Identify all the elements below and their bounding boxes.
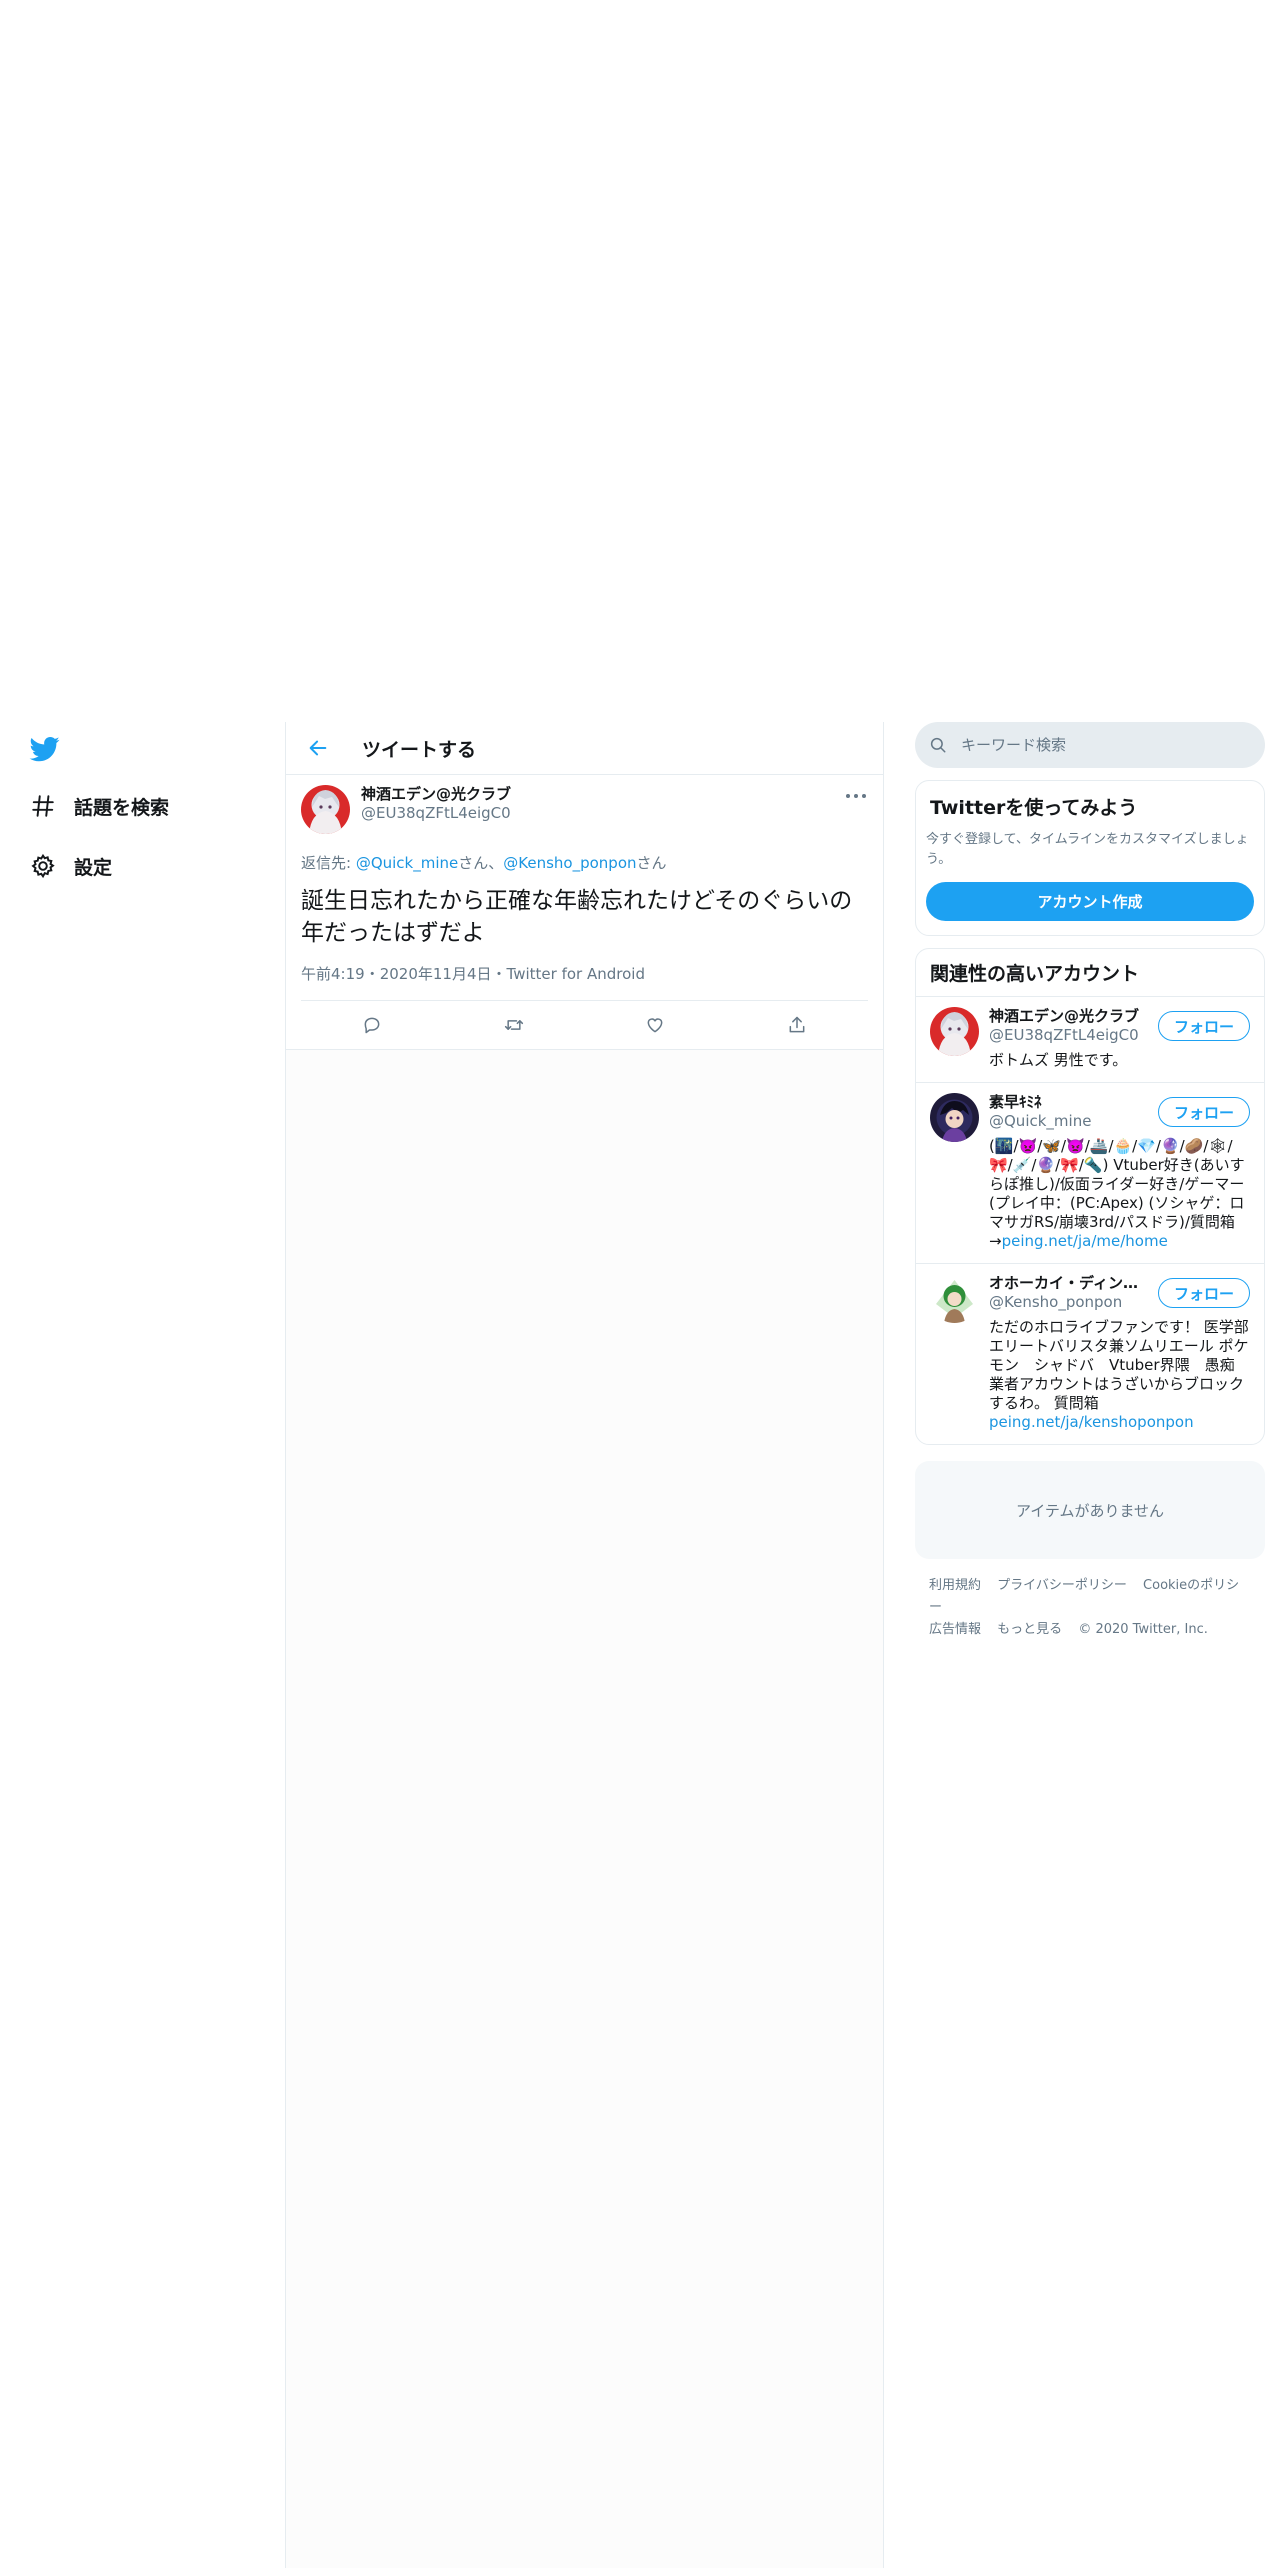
nav-explore-label: 話題を検索 — [74, 796, 170, 819]
nav-explore[interactable]: 話題を検索 — [30, 786, 169, 826]
twitter-bird-icon[interactable] — [28, 734, 62, 764]
user-name: 素早ｷﾐﾈ — [989, 1093, 1042, 1111]
footer-privacy-link[interactable]: プライバシーポリシー — [997, 1578, 1127, 1593]
related-title: 関連性の高いアカウント — [916, 949, 1264, 997]
user-bio-link[interactable]: peing.net/ja/kenshoponpon — [989, 1413, 1194, 1431]
avatar[interactable] — [930, 1093, 979, 1142]
tweet-date[interactable]: 2020年11月4日 — [380, 965, 492, 983]
page-title: ツイートする — [362, 738, 477, 761]
reply-suffix: さん — [636, 854, 667, 872]
tweet-time[interactable]: 午前4:19 — [301, 965, 365, 983]
reply-icon — [364, 1017, 380, 1034]
retweet-button[interactable] — [494, 1005, 534, 1045]
user-bio: ボトムズ 男性です。 — [989, 1051, 1249, 1070]
avatar-image — [930, 1007, 979, 1056]
author-name: 神酒エデン@光クラブ — [361, 785, 512, 803]
follow-button[interactable]: フォロー — [1158, 1278, 1250, 1308]
avatar-image — [301, 785, 350, 834]
tweet-author[interactable]: 神酒エデン@光クラブ @EU38qZFtL4eigC0 — [361, 785, 511, 823]
meta-separator: ・ — [491, 965, 507, 983]
reply-user-link[interactable]: @Quick_mine — [356, 854, 458, 872]
tweet-source: Twitter for Android — [506, 965, 645, 983]
page-header: ツイートする — [286, 722, 883, 775]
user-bio-link[interactable]: peing.net/ja/me/home — [1002, 1232, 1168, 1250]
reply-suffix: さん、 — [458, 854, 504, 872]
author-handle: @EU38qZFtL4eigC0 — [361, 804, 511, 822]
footer-ads-link[interactable]: 広告情報 — [929, 1622, 981, 1637]
share-button[interactable] — [777, 1005, 817, 1045]
tweet-actions — [301, 1001, 868, 1049]
retweet-icon — [504, 1020, 523, 1030]
footer-more-link[interactable]: もっと見る — [997, 1622, 1062, 1637]
share-icon — [789, 1016, 805, 1033]
avatar[interactable] — [301, 785, 350, 834]
main-column: ツイートする 神酒エデン@光クラブ @EU38qZFtL4eigC0 返信先: … — [285, 722, 884, 2568]
search-icon — [930, 737, 946, 753]
gear-icon — [31, 853, 55, 879]
sidebar-right: Twitterを使ってみよう 今すぐ登録して、タイムラインをカスタマイズしましょ… — [915, 722, 1265, 1657]
related-user[interactable]: 神酒エデン@光クラブ @EU38qZFtL4eigC0 ボトムズ 男性です。 フ… — [916, 997, 1264, 1083]
avatar[interactable] — [930, 1274, 979, 1323]
tweet: 神酒エデン@光クラブ @EU38qZFtL4eigC0 返信先: @Quick_… — [286, 775, 883, 1050]
search-box[interactable] — [915, 722, 1265, 768]
tweet-author-row: 神酒エデン@光クラブ @EU38qZFtL4eigC0 — [301, 785, 868, 834]
like-button[interactable] — [635, 1005, 675, 1045]
footer: 利用規約 プライバシーポリシー Cookieのポリシー 広告情報 もっと見る ©… — [915, 1559, 1265, 1657]
reply-prefix: 返信先: — [301, 854, 356, 872]
reply-to: 返信先: @Quick_mineさん、@Kensho_ponponさん — [301, 852, 868, 873]
footer-terms-link[interactable]: 利用規約 — [929, 1578, 981, 1593]
user-bio-text: ただのホロライブファンです！ 医学部エリートバリスタ兼ソムリエール ポケモン シ… — [989, 1318, 1249, 1412]
trends-empty: アイテムがありません — [915, 1461, 1265, 1559]
meta-separator: ・ — [364, 965, 380, 983]
tweet-text: 誕生日忘れたから正確な年齢忘れたけどそのぐらいの年だったはずだよ — [301, 888, 853, 946]
reply-user-link[interactable]: @Kensho_ponpon — [503, 854, 636, 872]
signup-title: Twitterを使ってみよう — [930, 797, 1138, 819]
tweet-meta: 午前4:19・2020年11月4日・Twitter for Android — [301, 963, 868, 1001]
user-bio-text: ボトムズ 男性です。 — [989, 1051, 1128, 1069]
footer-copyright: © 2020 Twitter, Inc. — [1078, 1622, 1208, 1637]
avatar-image — [930, 1274, 979, 1323]
follow-button[interactable]: フォロー — [1158, 1097, 1250, 1127]
reply-button[interactable] — [352, 1005, 392, 1045]
related-accounts: 関連性の高いアカウント 神酒エデン@光クラブ @EU38qZFtL4eigC0 … — [915, 948, 1265, 1445]
avatar[interactable] — [930, 1007, 979, 1056]
nav-settings-label: 設定 — [74, 856, 113, 879]
user-name: 神酒エデン@光クラブ — [989, 1007, 1139, 1025]
user-bio: (🌃/👿/🦋/👿/🚢/🧁/💎/🔮/🥔/🕸/🎀/💉/🔮/🎀/🔦) Vtuber好き… — [989, 1137, 1249, 1251]
hashtag-icon — [32, 795, 54, 817]
create-account-button[interactable]: アカウント作成 — [926, 882, 1254, 921]
back-arrow-icon — [309, 740, 327, 756]
avatar-image — [930, 1093, 979, 1142]
search-input[interactable] — [961, 736, 1221, 754]
nav-settings[interactable]: 設定 — [30, 846, 112, 886]
signup-card: Twitterを使ってみよう 今すぐ登録して、タイムラインをカスタマイズしましょ… — [915, 780, 1265, 936]
back-button[interactable] — [298, 728, 338, 768]
related-user[interactable]: 素早ｷﾐﾈ @Quick_mine (🌃/👿/🦋/👿/🚢/🧁/💎/🔮/🥔/🕸/🎀… — [916, 1083, 1264, 1264]
more-dots-icon[interactable] — [844, 789, 868, 803]
user-bio: ただのホロライブファンです！ 医学部エリートバリスタ兼ソムリエール ポケモン シ… — [989, 1318, 1249, 1432]
like-icon — [647, 1018, 663, 1033]
signup-text: 今すぐ登録して、タイムラインをカスタマイズしましょう。 — [926, 832, 1249, 867]
user-name: オホーカイ・ディン… — [989, 1274, 1138, 1292]
follow-button[interactable]: フォロー — [1158, 1011, 1250, 1041]
related-user[interactable]: オホーカイ・ディン… @Kensho_ponpon ただのホロライブファンです！… — [916, 1264, 1264, 1444]
